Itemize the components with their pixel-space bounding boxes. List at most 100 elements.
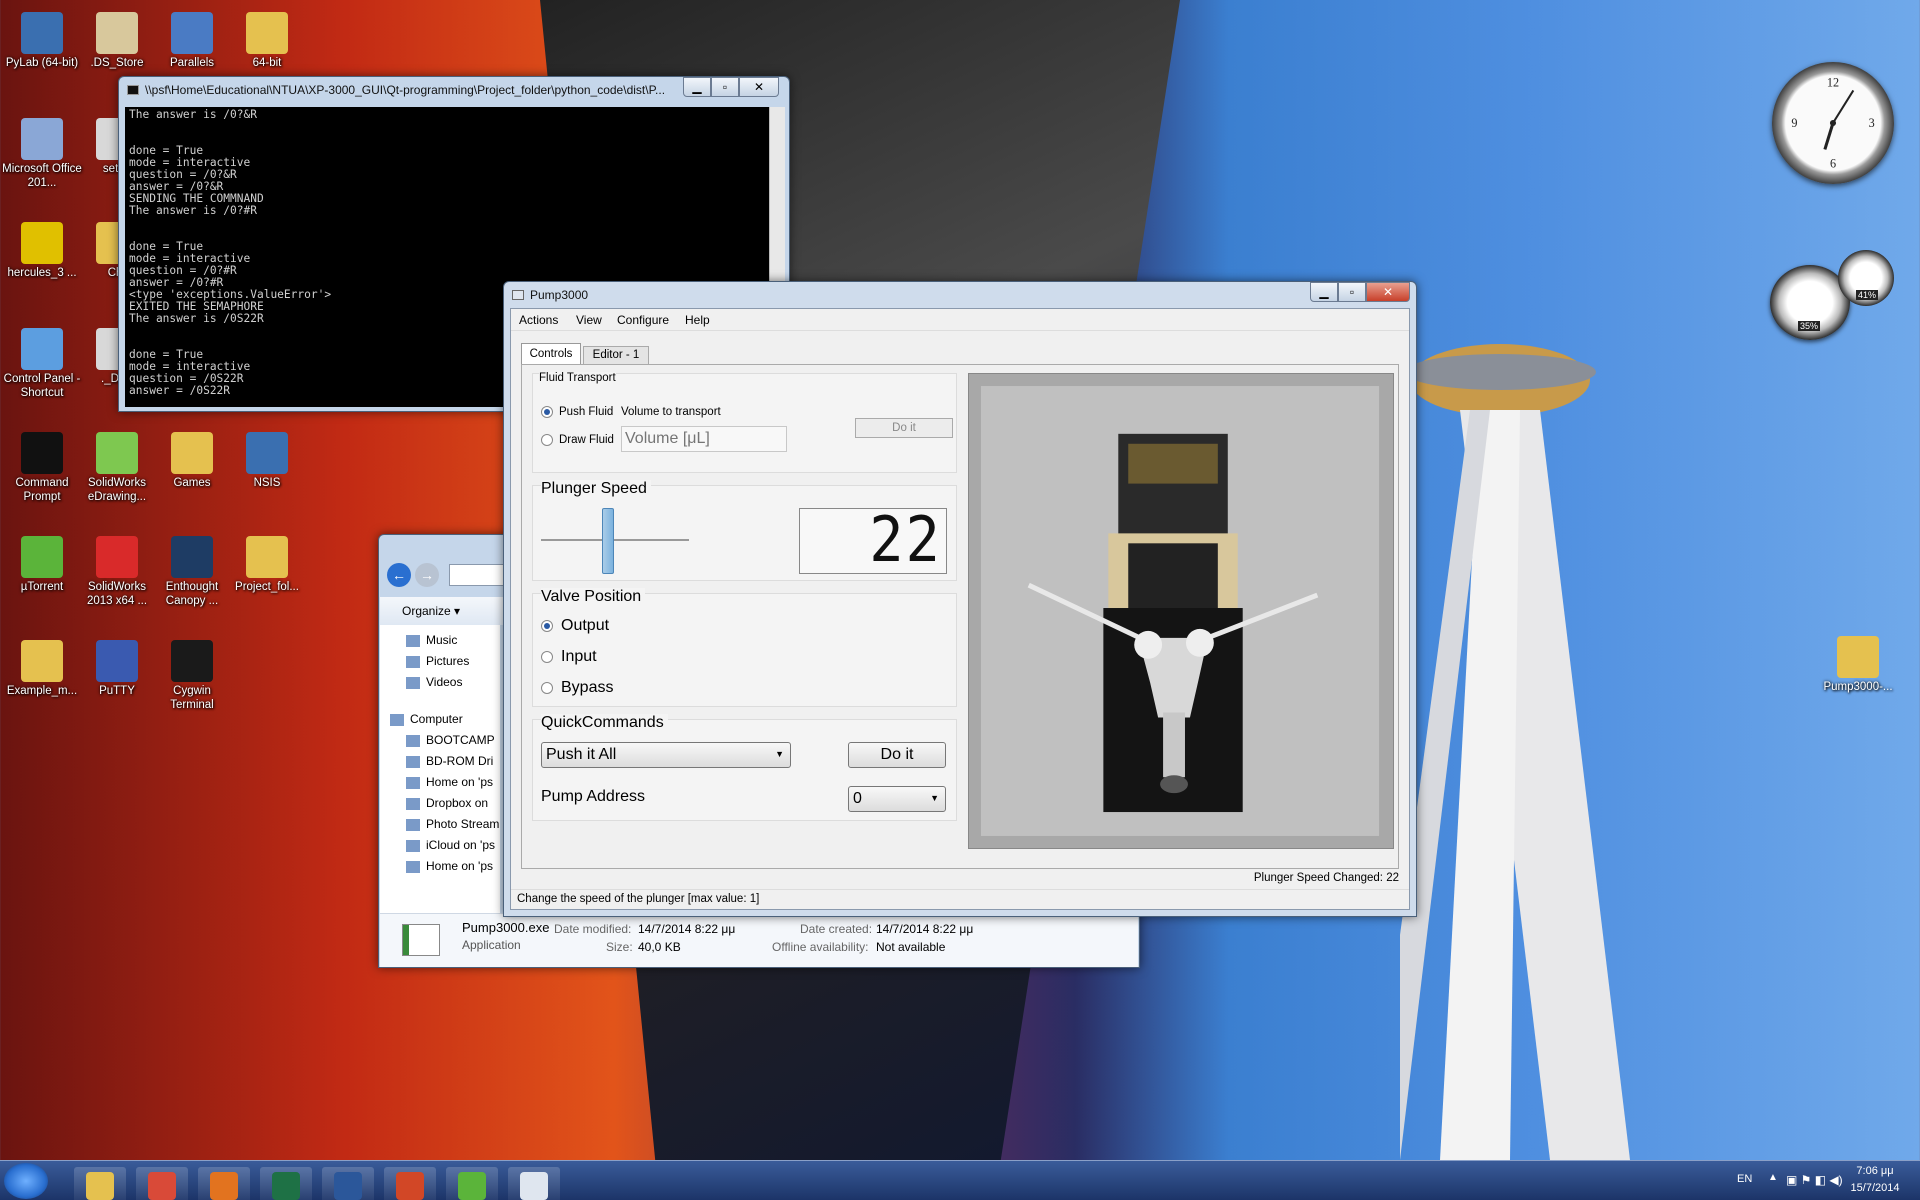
address-bar[interactable] bbox=[449, 564, 509, 586]
console-maximize-button[interactable]: ▫ bbox=[711, 77, 739, 97]
menu-help[interactable]: Help bbox=[685, 313, 710, 327]
desktop-icon[interactable]: Microsoft Office 201... bbox=[2, 118, 82, 190]
folder-icon bbox=[406, 776, 420, 789]
desktop-icon[interactable]: Control Panel - Shortcut bbox=[2, 328, 82, 400]
quick-do-it-button[interactable]: Do it bbox=[848, 742, 946, 768]
close-button[interactable]: ✕ bbox=[1366, 282, 1410, 302]
console-minimize-button[interactable]: ▁ bbox=[683, 77, 711, 97]
taskbar-start-button[interactable] bbox=[4, 1163, 48, 1199]
tab-editor-1[interactable]: Editor - 1 bbox=[583, 346, 649, 365]
desktop-icon-label: Parallels bbox=[169, 57, 215, 69]
nav-item[interactable]: Music bbox=[406, 633, 457, 647]
valve-input-radio[interactable] bbox=[541, 651, 553, 663]
taskbar-chrome-button[interactable] bbox=[136, 1167, 188, 1200]
desktop-icon[interactable]: SolidWorks 2013 x64 ... bbox=[77, 536, 157, 608]
nav-item[interactable]: BOOTCAMP bbox=[406, 733, 495, 747]
pump3000-icon bbox=[520, 1172, 548, 1200]
desktop-icon[interactable]: Example_m... bbox=[2, 640, 82, 698]
taskbar-word-button[interactable] bbox=[322, 1167, 374, 1200]
valve-position-group: Valve Position Output Input Bypass bbox=[532, 588, 957, 707]
clock-gadget[interactable]: 12 3 6 9 bbox=[1772, 62, 1894, 184]
menu-configure[interactable]: Configure bbox=[617, 313, 669, 327]
nav-item[interactable]: Videos bbox=[406, 675, 462, 689]
memory-meter-gadget[interactable]: 41% bbox=[1838, 250, 1894, 306]
nav-item-label: Videos bbox=[426, 675, 463, 689]
volume-input[interactable] bbox=[621, 426, 787, 452]
valve-output-radio[interactable] bbox=[541, 620, 553, 632]
taskbar-firefox-button[interactable] bbox=[198, 1167, 250, 1200]
desktop-icon[interactable]: .DS_Store bbox=[77, 12, 157, 70]
desktop-icon-image bbox=[21, 328, 63, 370]
folder-icon bbox=[406, 734, 420, 747]
valve-bypass-radio[interactable] bbox=[541, 682, 553, 694]
desktop-icon[interactable]: hercules_3 ... bbox=[2, 222, 82, 280]
desktop-icon[interactable]: Command Prompt bbox=[2, 432, 82, 504]
desktop-icon[interactable]: PuTTY bbox=[77, 640, 157, 698]
desktop-icon[interactable]: Enthought Canopy ... bbox=[152, 536, 232, 608]
desktop-icon[interactable]: Cygwin Terminal bbox=[152, 640, 232, 712]
file-name: Pump3000.exe bbox=[462, 920, 550, 935]
valve-position-title: Valve Position bbox=[541, 588, 646, 606]
tab-controls[interactable]: Controls bbox=[521, 343, 581, 365]
valve-output-label: Output bbox=[561, 617, 610, 634]
desktop-icon[interactable]: Games bbox=[152, 432, 232, 490]
draw-fluid-radio[interactable] bbox=[541, 434, 553, 446]
desktop-icon-label: Command Prompt bbox=[15, 477, 69, 503]
pump-address-select[interactable]: 0 ▼ bbox=[848, 786, 946, 812]
minimize-button[interactable]: ▁ bbox=[1310, 282, 1338, 302]
nav-item-label: iCloud on 'ps bbox=[426, 838, 495, 852]
desktop-icon[interactable]: PyLab (64-bit) bbox=[2, 12, 82, 70]
desktop-icon[interactable]: SolidWorks eDrawing... bbox=[77, 432, 157, 504]
show-hidden-icons[interactable]: ▲ bbox=[1768, 1172, 1778, 1183]
taskbar-utorrent-button[interactable] bbox=[446, 1167, 498, 1200]
desktop-icon[interactable]: NSIS bbox=[227, 432, 307, 490]
back-icon[interactable]: ← bbox=[387, 563, 411, 587]
explorer-details-pane: Pump3000.exe Application Date modified: … bbox=[380, 913, 1138, 967]
fluid-do-it-button[interactable]: Do it bbox=[855, 418, 953, 438]
nav-item[interactable]: Home on 'ps bbox=[406, 859, 493, 873]
plunger-speed-slider-handle[interactable] bbox=[601, 508, 614, 574]
nav-item[interactable]: Computer bbox=[390, 712, 463, 726]
desktop-icon[interactable]: Pump3000-... bbox=[1818, 636, 1898, 694]
taskbar-explorer-button[interactable] bbox=[74, 1167, 126, 1200]
nav-item-label: Computer bbox=[410, 712, 463, 726]
taskbar-excel-button[interactable] bbox=[260, 1167, 312, 1200]
tray-icons[interactable]: ▣ ⚑ ◧ ◀) bbox=[1786, 1173, 1843, 1187]
organize-button[interactable]: Organize ▾ bbox=[402, 604, 460, 618]
pump3000-titlebar[interactable]: Pump3000 bbox=[504, 282, 1416, 308]
plunger-speed-group: Plunger Speed 22 bbox=[532, 480, 957, 581]
taskbar-powerpoint-button[interactable] bbox=[384, 1167, 436, 1200]
desktop-icon-label: Example_m... bbox=[6, 685, 78, 697]
nav-item[interactable]: Photo Stream bbox=[406, 817, 499, 831]
menu-actions[interactable]: Actions bbox=[519, 313, 558, 327]
utorrent-icon bbox=[458, 1172, 486, 1200]
language-indicator[interactable]: EN bbox=[1737, 1173, 1752, 1185]
desktop-icon[interactable]: 64-bit bbox=[227, 12, 307, 70]
desktop-icon[interactable]: Project_fol... bbox=[227, 536, 307, 594]
pump3000-window[interactable]: Pump3000 ▁ ▫ ✕ Actions View Configure He… bbox=[503, 281, 1417, 917]
desktop-icon[interactable]: µTorrent bbox=[2, 536, 82, 594]
desktop-icon-image bbox=[21, 432, 63, 474]
nav-item[interactable]: Pictures bbox=[406, 654, 469, 668]
forward-icon[interactable]: → bbox=[415, 563, 439, 587]
clock-time[interactable]: 7:06 μμ bbox=[1850, 1165, 1900, 1177]
folder-icon bbox=[406, 676, 420, 689]
desktop-icon-image bbox=[1837, 636, 1879, 678]
push-fluid-radio[interactable] bbox=[541, 406, 553, 418]
nav-item[interactable]: iCloud on 'ps bbox=[406, 838, 495, 852]
desktop-icon-image bbox=[21, 118, 63, 160]
quick-command-select[interactable]: Push it All ▼ bbox=[541, 742, 791, 768]
taskbar-pump3000-button[interactable] bbox=[508, 1167, 560, 1200]
desktop-icon[interactable]: Parallels bbox=[152, 12, 232, 70]
plunger-speed-slider-track[interactable] bbox=[541, 539, 689, 541]
nav-item[interactable]: BD-ROM Dri bbox=[406, 754, 493, 768]
console-close-button[interactable]: ✕ bbox=[739, 77, 779, 97]
desktop-icon-label: 64-bit bbox=[252, 57, 282, 69]
maximize-button[interactable]: ▫ bbox=[1338, 282, 1366, 302]
pump-address-label: Pump Address bbox=[541, 788, 646, 805]
nav-item[interactable]: Home on 'ps bbox=[406, 775, 493, 789]
menu-view[interactable]: View bbox=[576, 313, 602, 327]
nav-item[interactable]: Dropbox on bbox=[406, 796, 488, 810]
clock-date[interactable]: 15/7/2014 bbox=[1840, 1182, 1910, 1194]
push-fluid-label: Push Fluid bbox=[559, 406, 614, 418]
